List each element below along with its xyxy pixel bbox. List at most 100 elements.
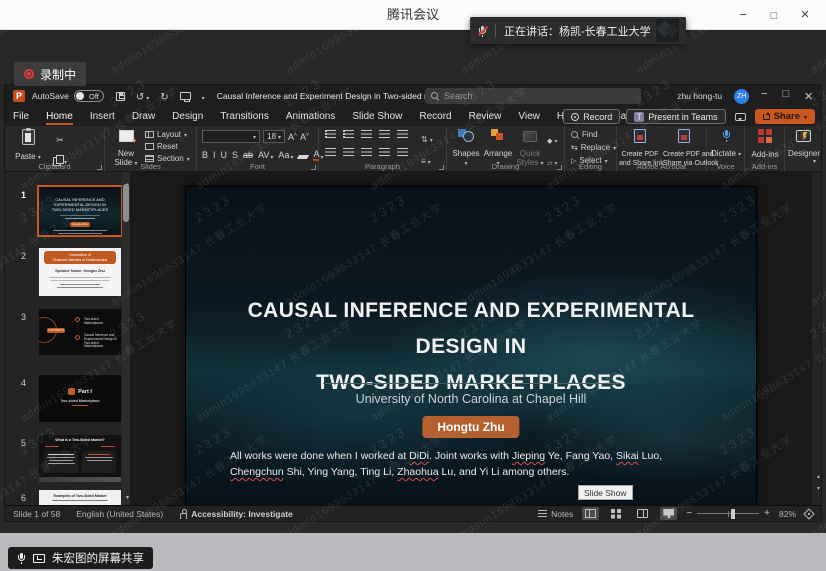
thumbnail-slide-3[interactable]: CONTENTS Two-sided Marketplaces Causal I… [39, 309, 121, 355]
zoom-slider-thumb[interactable] [731, 509, 735, 519]
font-style-button[interactable]: U [221, 149, 228, 161]
shrink-font-button[interactable]: A˅ [300, 129, 309, 143]
thumbnail-slide-5[interactable]: What is a Two-Sided Market? [39, 435, 121, 482]
find-button[interactable]: Find [571, 130, 598, 139]
thumbnail-scrollbar[interactable] [122, 172, 130, 505]
grow-font-button[interactable]: A˄ [288, 129, 297, 143]
editor-scrollbar[interactable] [812, 172, 821, 505]
addins-button[interactable]: Add-ins [750, 129, 780, 159]
share-button[interactable]: Share [755, 109, 815, 124]
text-direction-icon[interactable] [421, 129, 428, 147]
comments-icon[interactable] [735, 113, 746, 121]
paste-button[interactable]: Paste [13, 129, 43, 163]
thumbnail-slide-6[interactable]: Examples of Two-Sided Market [39, 490, 121, 505]
dialog-launcher-icon[interactable] [311, 165, 316, 170]
columns-icon[interactable] [397, 148, 408, 156]
normal-view-button[interactable] [582, 507, 599, 520]
thumbnail-slide-2[interactable]: Declaration of Financial Interests or Re… [39, 248, 121, 296]
thumbnail-slide-1[interactable]: CAUSAL INFERENCE AND EXPERIMENTAL DESIGN… [39, 187, 121, 235]
zoom-in-icon[interactable]: + [764, 509, 770, 519]
slide-subtitle[interactable]: University of North Carolina at Chapel H… [186, 392, 756, 406]
collapse-ribbon-icon[interactable] [813, 150, 816, 168]
ribbon-tab[interactable]: Transitions [220, 107, 269, 126]
align-left-icon[interactable] [325, 148, 336, 156]
ppt-close-button[interactable] [804, 88, 813, 105]
ribbon-tab[interactable]: Draw [132, 107, 155, 126]
save-icon[interactable] [116, 92, 125, 101]
slide-counter[interactable]: Slide 1 of 58 [13, 509, 60, 519]
accessibility-status[interactable]: Accessibility: Investigate [191, 509, 293, 519]
scroll-down-icon[interactable] [126, 486, 129, 504]
change-case-button[interactable]: Aa [278, 149, 289, 161]
align-center-icon[interactable] [343, 148, 354, 156]
undo-icon[interactable] [136, 87, 144, 105]
zoom-slider[interactable] [697, 513, 759, 514]
ppt-restore-button[interactable] [783, 88, 790, 105]
increase-indent-icon[interactable] [379, 130, 390, 138]
meeting-minimize-button[interactable] [732, 4, 754, 26]
ribbon-tab[interactable]: View [518, 107, 540, 126]
slide-canvas[interactable]: CAUSAL INFERENCE AND EXPERIMENTAL DESIGN… [186, 187, 756, 505]
meeting-close-button[interactable] [794, 4, 816, 26]
redo-icon[interactable] [160, 87, 168, 105]
decrease-indent-icon[interactable] [361, 130, 372, 138]
dialog-launcher-icon[interactable] [439, 165, 444, 170]
recording-badge[interactable]: 录制中 [14, 62, 86, 86]
zoom-level[interactable]: 82% [779, 509, 796, 519]
slide-title[interactable]: CAUSAL INFERENCE AND EXPERIMENTAL DESIGN… [206, 293, 736, 401]
record-button[interactable]: Record [563, 109, 620, 124]
notes-button[interactable]: Notes [538, 509, 573, 519]
font-size-combo[interactable]: 18 [263, 130, 285, 143]
scrollbar-thumb[interactable] [123, 184, 129, 222]
ribbon-tab[interactable]: Review [469, 107, 502, 126]
meeting-maximize-button[interactable] [763, 4, 785, 26]
search-input[interactable] [444, 91, 635, 101]
ribbon-tab[interactable]: Insert [90, 107, 115, 126]
char-spacing-button[interactable]: AV [258, 149, 269, 161]
zoom-out-icon[interactable]: − [686, 509, 692, 519]
screen-share-badge[interactable]: 朱宏图的屏幕共享 [8, 547, 153, 569]
ppt-minimize-button[interactable] [761, 88, 767, 105]
ribbon-tab[interactable]: File [13, 107, 29, 126]
search-box[interactable] [425, 88, 641, 104]
shape-fill-icon[interactable] [547, 130, 552, 148]
line-spacing-icon[interactable] [397, 130, 408, 138]
chevron-down-icon[interactable] [146, 87, 149, 105]
ribbon-tab[interactable]: Record [419, 107, 451, 126]
font-name-combo[interactable] [202, 130, 260, 143]
align-right-icon[interactable] [361, 148, 372, 156]
slideshow-view-button[interactable] [660, 507, 677, 520]
strikethrough-button[interactable]: ab [243, 149, 253, 161]
next-slide-icon[interactable] [817, 477, 820, 495]
slide-sorter-view-button[interactable] [608, 507, 625, 520]
numbering-icon[interactable] [343, 130, 354, 138]
layout-button[interactable]: Layout [145, 130, 187, 139]
reading-view-button[interactable] [634, 507, 651, 520]
highlight-icon[interactable] [297, 155, 309, 159]
credits-text[interactable]: All works were done when I worked at DiD… [230, 448, 712, 480]
dialog-launcher-icon[interactable] [97, 165, 102, 170]
replace-button[interactable]: Replace [571, 143, 616, 152]
ribbon-tab[interactable]: Slide Show [352, 107, 402, 126]
dialog-launcher-icon[interactable] [557, 165, 562, 170]
user-avatar[interactable]: ZH [734, 89, 749, 104]
fit-slide-icon[interactable] [803, 508, 814, 519]
font-style-button[interactable]: B [202, 149, 208, 161]
reset-button[interactable]: Reset [145, 142, 178, 151]
present-in-teams-button[interactable]: Present in Teams [626, 109, 725, 124]
font-style-button[interactable]: I [213, 149, 216, 161]
dictate-button[interactable]: Dictate [711, 129, 741, 160]
slideshow-from-start-icon[interactable] [180, 92, 191, 100]
autosave-toggle[interactable]: Off [74, 90, 104, 102]
justify-icon[interactable] [379, 148, 390, 156]
author-button[interactable]: Hongtu Zhu [422, 416, 519, 438]
thumbnail-slide-4[interactable]: Part I Two-sided Marketplace [39, 375, 121, 422]
font-style-button[interactable]: S [232, 149, 238, 161]
ribbon-tab[interactable]: Home [46, 107, 73, 126]
user-name[interactable]: zhu hong-tu [677, 91, 722, 101]
cut-icon[interactable] [56, 130, 64, 148]
qat-customize-icon[interactable] [202, 87, 205, 105]
bullets-icon[interactable] [325, 130, 336, 138]
ribbon-tab[interactable]: Animations [286, 107, 335, 126]
language-status[interactable]: English (United States) [76, 509, 163, 519]
